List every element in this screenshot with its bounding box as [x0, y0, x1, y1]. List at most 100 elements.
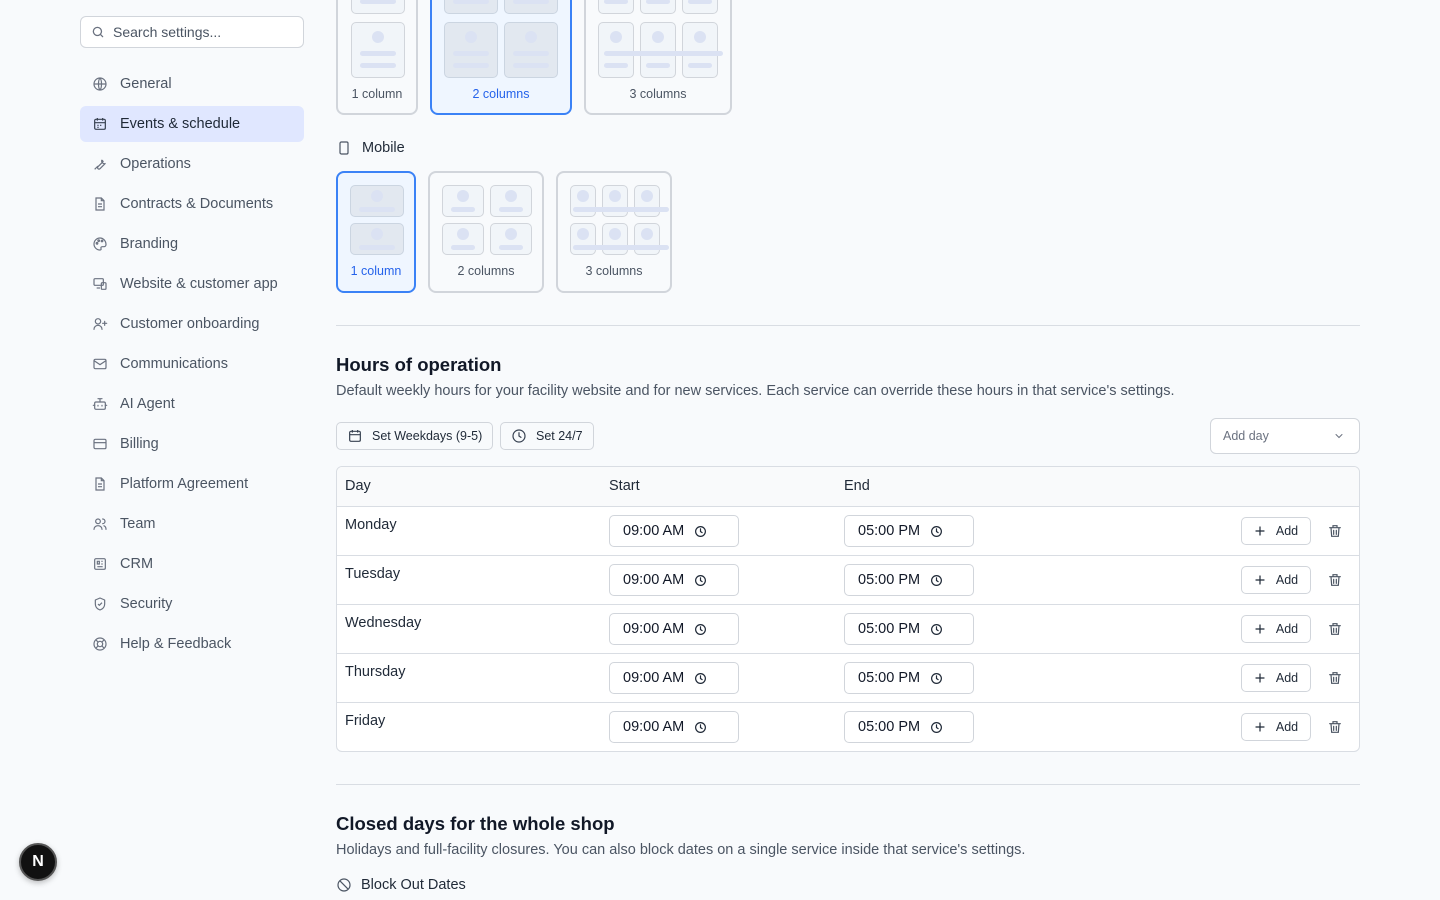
shield-icon	[94, 597, 106, 611]
layout-preview-card	[597, 185, 633, 217]
sidebar-item-crm[interactable]: CRM	[80, 546, 304, 582]
search-box[interactable]	[80, 16, 304, 48]
add-label: Add	[1275, 524, 1299, 538]
clock-icon	[512, 429, 526, 443]
sidebar-item-general[interactable]: General	[80, 66, 304, 102]
add-time-range-button[interactable]: Add	[1241, 713, 1311, 741]
day-name: Wednesday	[345, 615, 422, 631]
end-time-value: 05:00 PM	[858, 572, 921, 588]
start-time-input[interactable]: 09:00 AM	[609, 613, 739, 645]
delete-row-button[interactable]	[1327, 523, 1343, 539]
layout-preview-card	[504, 0, 558, 14]
delete-row-button[interactable]	[1327, 621, 1343, 637]
mobile-layout-heading: Mobile	[336, 140, 405, 156]
end-time-value: 05:00 PM	[858, 670, 921, 686]
block-out-dates-button[interactable]: Block Out Dates	[336, 877, 466, 893]
document-icon	[95, 477, 105, 491]
sidebar-item-customer-onboarding[interactable]: Customer onboarding	[80, 306, 304, 342]
desktop-layout-2-columns[interactable]: 2 columns	[430, 0, 572, 115]
mobile-layout-2-columns[interactable]: 2 columns	[428, 171, 544, 293]
desktop-layout-3-columns[interactable]: 3 columns	[584, 0, 732, 115]
lifebuoy-icon	[93, 637, 107, 651]
end-time-input[interactable]: 05:00 PM	[844, 662, 974, 694]
end-time-input[interactable]: 05:00 PM	[844, 564, 974, 596]
document-icon	[95, 197, 105, 211]
table-row: Friday 09:00 AM 05:00 PM Add	[337, 703, 1359, 751]
settings-sidebar: General Events & schedule Operations Con…	[80, 16, 304, 666]
add-time-range-button[interactable]: Add	[1241, 517, 1311, 545]
add-time-range-button[interactable]: Add	[1241, 615, 1311, 643]
sidebar-item-help-feedback[interactable]: Help & Feedback	[80, 626, 304, 662]
add-time-range-button[interactable]: Add	[1241, 566, 1311, 594]
search-input[interactable]	[113, 24, 294, 40]
sidebar-item-security[interactable]: Security	[80, 586, 304, 622]
mobile-layout-1-column[interactable]: 1 column	[336, 171, 416, 293]
sidebar-item-branding[interactable]: Branding	[80, 226, 304, 262]
layout-option-label: 3 columns	[629, 87, 687, 101]
add-label: Add	[1275, 622, 1299, 636]
sidebar-item-website-customer-app[interactable]: Website & customer app	[80, 266, 304, 302]
start-time-input[interactable]: 09:00 AM	[609, 711, 739, 743]
bot-icon	[92, 398, 108, 410]
delete-row-button[interactable]	[1327, 670, 1343, 686]
mobile-label-text: Mobile	[362, 140, 405, 156]
add-label: Add	[1275, 671, 1299, 685]
add-label: Add	[1275, 573, 1299, 587]
closed-days-description: Holidays and full-facility closures. You…	[336, 842, 1026, 858]
sidebar-item-team[interactable]: Team	[80, 506, 304, 542]
end-time-input[interactable]: 05:00 PM	[844, 515, 974, 547]
app-launcher-button[interactable]: N	[19, 843, 57, 881]
delete-row-button[interactable]	[1327, 572, 1343, 588]
layout-preview-card	[490, 185, 532, 217]
layout-option-label: 1 column	[350, 264, 402, 278]
sidebar-item-ai-agent[interactable]: AI Agent	[80, 386, 304, 422]
layout-preview-card	[677, 22, 723, 78]
sidebar-item-label: Platform Agreement	[120, 476, 249, 492]
add-time-range-button[interactable]: Add	[1241, 664, 1311, 692]
sidebar-item-billing[interactable]: Billing	[80, 426, 304, 462]
set-24-7-button[interactable]: Set 24/7	[500, 422, 594, 450]
desktop-layout-1-column[interactable]: 1 column	[336, 0, 418, 115]
sidebar-item-label: Events & schedule	[120, 116, 241, 132]
sidebar-item-communications[interactable]: Communications	[80, 346, 304, 382]
start-time-input[interactable]: 09:00 AM	[609, 662, 739, 694]
layout-preview-card	[570, 223, 601, 255]
sidebar-item-label: Security	[120, 596, 173, 612]
start-time-input[interactable]: 09:00 AM	[609, 515, 739, 547]
layout-preview-card	[504, 22, 558, 78]
sidebar-item-label: Billing	[120, 436, 159, 452]
clock-icon	[931, 574, 943, 586]
settings-nav: General Events & schedule Operations Con…	[80, 66, 304, 662]
sidebar-item-contracts-documents[interactable]: Contracts & Documents	[80, 186, 304, 222]
calendar-icon	[94, 118, 106, 130]
chevron-down-icon	[1335, 434, 1343, 439]
add-day-placeholder: Add day	[1223, 429, 1269, 443]
mobile-layout-3-columns[interactable]: 3 columns	[556, 171, 672, 293]
clock-icon	[931, 721, 943, 733]
delete-row-button[interactable]	[1327, 719, 1343, 735]
start-time-value: 09:00 AM	[623, 572, 685, 588]
sidebar-item-label: General	[120, 76, 172, 92]
start-time-input[interactable]: 09:00 AM	[609, 564, 739, 596]
sidebar-item-label: Team	[120, 516, 156, 532]
block-out-label: Block Out Dates	[361, 877, 466, 893]
layout-preview-card	[350, 223, 404, 255]
layout-preview-card	[350, 185, 404, 217]
devices-icon	[93, 278, 107, 290]
end-time-input[interactable]: 05:00 PM	[844, 613, 974, 645]
end-time-input[interactable]: 05:00 PM	[844, 711, 974, 743]
sidebar-item-label: Help & Feedback	[120, 636, 232, 652]
section-divider	[336, 325, 1360, 326]
clock-icon	[931, 672, 943, 684]
sidebar-item-platform-agreement[interactable]: Platform Agreement	[80, 466, 304, 502]
day-name: Tuesday	[345, 566, 401, 582]
add-day-select[interactable]: Add day	[1210, 418, 1360, 454]
credit-card-icon	[93, 438, 107, 450]
sidebar-item-operations[interactable]: Operations	[80, 146, 304, 182]
layout-option-label: 3 columns	[585, 264, 643, 278]
set-weekdays-button[interactable]: Set Weekdays (9-5)	[336, 422, 494, 450]
layout-preview-card	[442, 185, 484, 217]
sidebar-item-events-schedule[interactable]: Events & schedule	[80, 106, 304, 142]
layout-option-label: 2 columns	[472, 87, 530, 101]
layout-preview-card	[635, 22, 681, 78]
